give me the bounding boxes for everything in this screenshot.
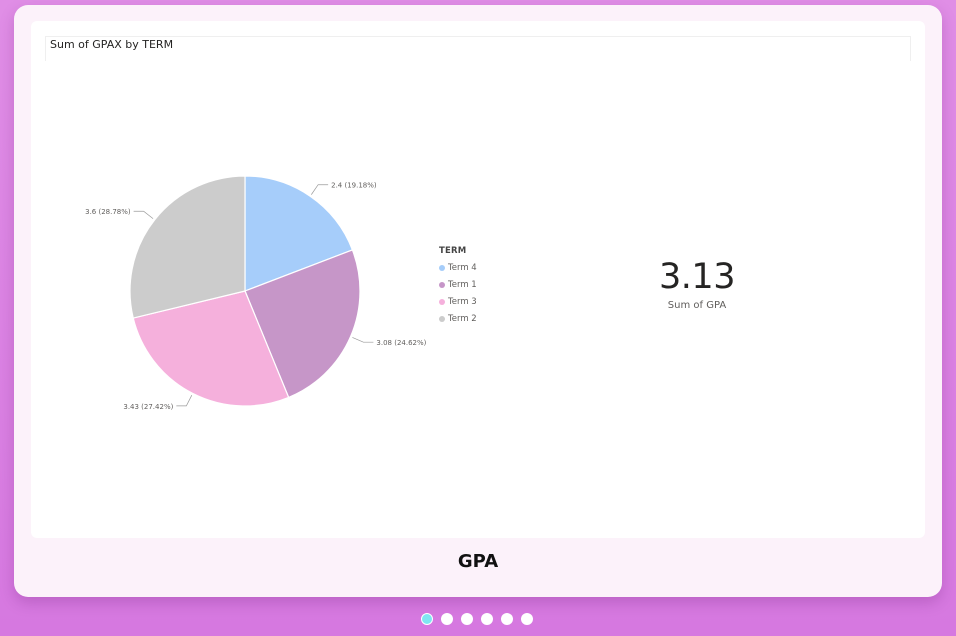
report-canvas: Sum of GPAX by TERM 2.4 (19.18%) 3.08 (24… — [31, 21, 925, 538]
chart-legend: TERM Term 4 Term 1 Term 3 Term 2 — [439, 246, 477, 327]
carousel-dot[interactable] — [501, 613, 513, 625]
data-label: 3.43 (27.42%) — [123, 403, 173, 411]
carousel-dot[interactable] — [521, 613, 533, 625]
legend-swatch — [439, 298, 445, 305]
leader-line — [352, 337, 374, 343]
carousel-dot[interactable] — [481, 613, 493, 625]
legend-swatch — [439, 264, 445, 271]
legend-label: Term 3 — [448, 296, 477, 307]
data-label: 2.4 (19.18%) — [331, 182, 377, 190]
legend-title: TERM — [439, 246, 467, 256]
carousel-dot[interactable] — [441, 613, 453, 625]
legend-label: Term 2 — [448, 313, 477, 324]
carousel-dot[interactable] — [421, 613, 433, 625]
legend-item[interactable]: Term 1 — [439, 276, 477, 293]
kpi-value: 3.13 — [659, 257, 735, 297]
leader-line — [176, 395, 193, 407]
kpi-label: Sum of GPA — [667, 300, 727, 311]
legend-swatch — [439, 315, 445, 322]
legend-item[interactable]: Term 2 — [439, 310, 477, 327]
carousel-pagination — [421, 613, 541, 625]
legend-item[interactable]: Term 3 — [439, 293, 477, 310]
legend-swatch — [439, 281, 445, 288]
legend-label: Term 1 — [448, 279, 477, 290]
legend-label: Term 4 — [448, 262, 477, 273]
data-label: 3.08 (24.62%) — [376, 339, 426, 347]
carousel-dot[interactable] — [461, 613, 473, 625]
leader-line — [311, 184, 329, 195]
slide-card: Sum of GPAX by TERM 2.4 (19.18%) 3.08 (24… — [14, 5, 942, 597]
slide-caption: GPA — [457, 551, 499, 572]
pie-chart: 2.4 (19.18%) 3.08 (24.62%) 3.43 (27.42%) 3.… — [85, 175, 427, 411]
data-label: 3.6 (28.78%) — [85, 208, 131, 216]
legend-item[interactable]: Term 4 — [439, 259, 477, 276]
kpi-card: 3.13 Sum of GPA — [637, 257, 757, 311]
leader-line — [133, 210, 154, 219]
